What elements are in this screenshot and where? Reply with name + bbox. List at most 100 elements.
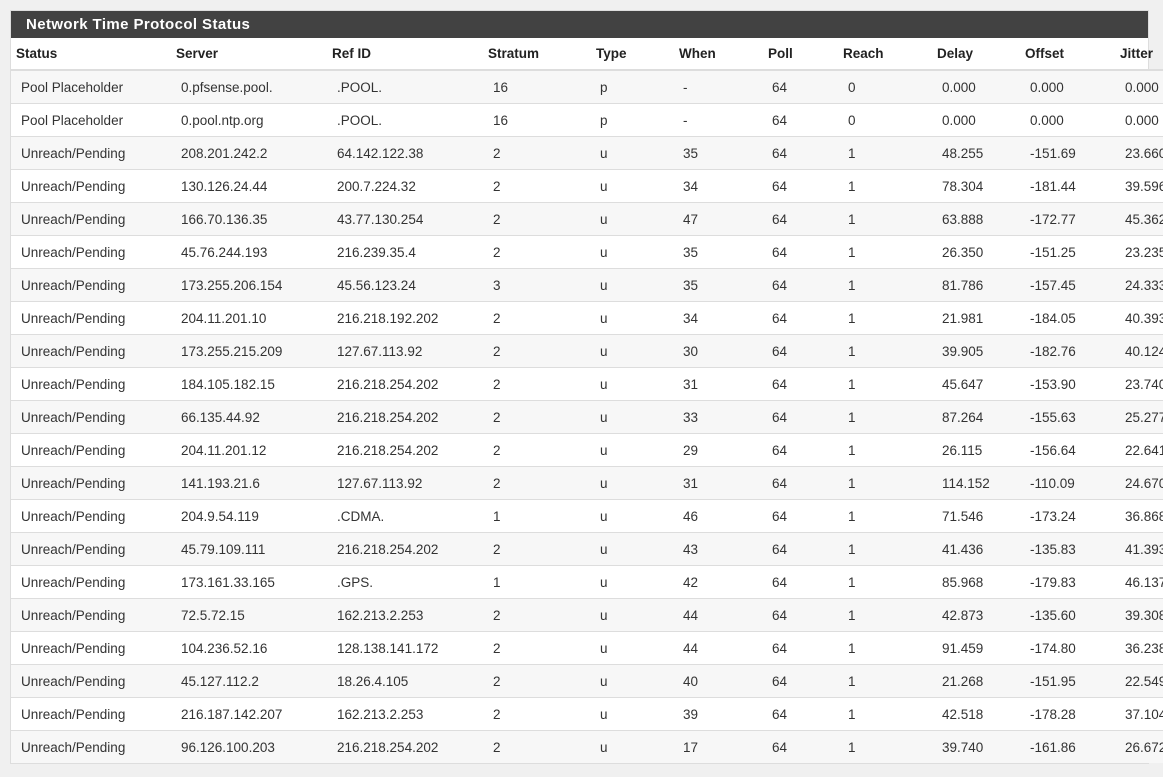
cell-delay: 114.152 (932, 466, 1020, 500)
cell-when: - (674, 69, 763, 104)
cell-delay: 63.888 (932, 202, 1020, 236)
cell-type: u (591, 136, 674, 170)
cell-poll: 64 (763, 69, 838, 104)
cell-poll: 64 (763, 433, 838, 467)
table-row: Unreach/Pending 173.255.206.154 45.56.123.… (11, 268, 1163, 302)
cell-poll: 64 (763, 664, 838, 698)
cell-reach: 1 (838, 136, 932, 170)
cell-server: 45.127.112.2 (171, 664, 327, 698)
cell-server: 104.236.52.16 (171, 631, 327, 665)
table-row: Unreach/Pending 45.76.244.193 216.239.35.4… (11, 235, 1163, 269)
cell-poll: 64 (763, 268, 838, 302)
table-row: Unreach/Pending 166.70.136.35 43.77.130.25… (11, 202, 1163, 236)
cell-when: 47 (674, 202, 763, 236)
cell-poll: 64 (763, 334, 838, 368)
cell-jitter: 39.596 (1115, 169, 1163, 203)
cell-server: 208.201.242.2 (171, 136, 327, 170)
cell-type: u (591, 532, 674, 566)
cell-status: Unreach/Pending (11, 268, 171, 302)
cell-jitter: 40.393 (1115, 301, 1163, 335)
column-header-when: When (674, 38, 763, 71)
cell-delay: 41.436 (932, 532, 1020, 566)
cell-jitter: 26.672 (1115, 730, 1163, 763)
cell-jitter: 24.333 (1115, 268, 1163, 302)
cell-poll: 64 (763, 697, 838, 731)
cell-when: 33 (674, 400, 763, 434)
cell-type: u (591, 169, 674, 203)
cell-offset: 0.000 (1020, 69, 1115, 104)
cell-status: Unreach/Pending (11, 433, 171, 467)
cell-status: Unreach/Pending (11, 169, 171, 203)
cell-when: 30 (674, 334, 763, 368)
cell-stratum: 2 (483, 697, 591, 731)
cell-reach: 1 (838, 268, 932, 302)
cell-server: 141.193.21.6 (171, 466, 327, 500)
cell-delay: 26.350 (932, 235, 1020, 269)
cell-poll: 64 (763, 367, 838, 401)
cell-offset: 0.000 (1020, 103, 1115, 137)
cell-delay: 81.786 (932, 268, 1020, 302)
cell-stratum: 16 (483, 69, 591, 104)
cell-status: Unreach/Pending (11, 631, 171, 665)
table-row: Unreach/Pending 66.135.44.92 216.218.254.2… (11, 400, 1163, 434)
cell-reach: 1 (838, 466, 932, 500)
cell-when: 29 (674, 433, 763, 467)
cell-stratum: 2 (483, 433, 591, 467)
cell-poll: 64 (763, 136, 838, 170)
cell-stratum: 2 (483, 400, 591, 434)
cell-status: Pool Placeholder (11, 103, 171, 137)
table-row: Unreach/Pending 130.126.24.44 200.7.224.32… (11, 169, 1163, 203)
cell-status: Unreach/Pending (11, 334, 171, 368)
cell-jitter: 41.393 (1115, 532, 1163, 566)
cell-poll: 64 (763, 532, 838, 566)
column-header-type: Type (591, 38, 674, 71)
cell-delay: 42.873 (932, 598, 1020, 632)
cell-jitter: 23.235 (1115, 235, 1163, 269)
cell-poll: 64 (763, 565, 838, 599)
cell-offset: -157.45 (1020, 268, 1115, 302)
cell-stratum: 2 (483, 466, 591, 500)
cell-server: 45.76.244.193 (171, 235, 327, 269)
table-row: Unreach/Pending 204.9.54.119 .CDMA. 1 u 46 64 1… (11, 499, 1163, 533)
cell-refid: 128.138.141.172 (327, 631, 483, 665)
cell-reach: 1 (838, 598, 932, 632)
cell-delay: 26.115 (932, 433, 1020, 467)
cell-poll: 64 (763, 235, 838, 269)
cell-refid: 216.218.254.202 (327, 730, 483, 763)
cell-jitter: 22.641 (1115, 433, 1163, 467)
cell-jitter: 36.868 (1115, 499, 1163, 533)
cell-poll: 64 (763, 169, 838, 203)
cell-when: 31 (674, 367, 763, 401)
header-row: Status Server Ref ID Stratum Type When P… (11, 38, 1163, 71)
cell-type: p (591, 103, 674, 137)
cell-stratum: 2 (483, 664, 591, 698)
table-row: Pool Placeholder 0.pool.ntp.org .POOL. 16 p -… (11, 103, 1163, 137)
cell-reach: 1 (838, 169, 932, 203)
cell-server: 173.255.206.154 (171, 268, 327, 302)
cell-refid: 216.218.254.202 (327, 532, 483, 566)
cell-delay: 0.000 (932, 69, 1020, 104)
cell-stratum: 16 (483, 103, 591, 137)
cell-stratum: 2 (483, 334, 591, 368)
cell-delay: 87.264 (932, 400, 1020, 434)
cell-delay: 21.981 (932, 301, 1020, 335)
column-header-refid: Ref ID (327, 38, 483, 71)
cell-server: 130.126.24.44 (171, 169, 327, 203)
cell-type: u (591, 400, 674, 434)
cell-type: u (591, 499, 674, 533)
cell-delay: 42.518 (932, 697, 1020, 731)
cell-reach: 1 (838, 433, 932, 467)
cell-stratum: 2 (483, 598, 591, 632)
cell-offset: -178.28 (1020, 697, 1115, 731)
cell-status: Unreach/Pending (11, 367, 171, 401)
table-body: Pool Placeholder 0.pfsense.pool. .POOL. 16 p… (11, 69, 1163, 763)
cell-when: 17 (674, 730, 763, 763)
cell-jitter: 23.740 (1115, 367, 1163, 401)
cell-poll: 64 (763, 631, 838, 665)
cell-reach: 1 (838, 532, 932, 566)
cell-jitter: 37.104 (1115, 697, 1163, 731)
cell-status: Unreach/Pending (11, 301, 171, 335)
cell-delay: 71.546 (932, 499, 1020, 533)
table-row: Unreach/Pending 45.127.112.2 18.26.4.105 2 u… (11, 664, 1163, 698)
cell-when: 35 (674, 268, 763, 302)
